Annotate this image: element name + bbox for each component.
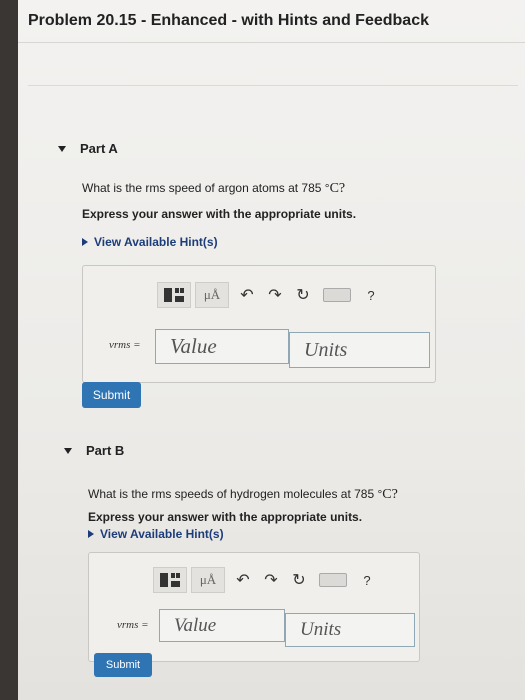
undo-icon[interactable]: ↶ — [229, 568, 257, 592]
part-a-question: What is the rms speed of argon atoms at … — [82, 181, 346, 196]
part-a-header[interactable]: Part A — [58, 141, 118, 156]
expand-triangle-icon — [88, 530, 94, 538]
collapse-triangle-icon — [64, 447, 72, 454]
problem-page: Problem 20.15 - Enhanced - with Hints an… — [18, 0, 525, 700]
part-a-value-input[interactable]: Value — [155, 329, 289, 364]
part-b-label: Part B — [86, 443, 125, 458]
redo-icon[interactable]: ↷ — [257, 568, 285, 592]
part-a-label: Part A — [80, 141, 118, 156]
part-b-units-input[interactable]: Units — [285, 613, 415, 647]
part-b-question: What is the rms speeds of hydrogen molec… — [88, 487, 398, 502]
mu-angstrom-button[interactable]: μÅ — [195, 282, 229, 308]
mu-angstrom-button[interactable]: μÅ — [191, 567, 225, 593]
part-a-hint-label: View Available Hint(s) — [94, 235, 218, 249]
help-icon[interactable]: ? — [353, 568, 381, 592]
page-title: Problem 20.15 - Enhanced - with Hints an… — [28, 12, 429, 29]
part-b-instruction: Express your answer with the appropriate… — [88, 510, 363, 524]
keyboard-icon[interactable] — [317, 283, 357, 307]
part-b-toolbar: μÅ ↶ ↷ ↻ ? — [153, 567, 381, 593]
part-b-header[interactable]: Part B — [64, 443, 124, 458]
part-a-variable-label: vrms = — [109, 339, 141, 351]
part-b-hint-label: View Available Hint(s) — [100, 527, 224, 541]
template-icon[interactable] — [153, 567, 187, 593]
expand-triangle-icon — [82, 238, 88, 246]
part-b-hint-toggle[interactable]: View Available Hint(s) — [88, 527, 224, 541]
part-a-answer-box: μÅ ↶ ↷ ↻ ? vrms = Value Units — [82, 265, 436, 383]
part-b-submit-button[interactable]: Submit — [94, 653, 152, 677]
part-a-toolbar: μÅ ↶ ↷ ↻ ? — [157, 282, 385, 308]
template-icon[interactable] — [157, 282, 191, 308]
undo-icon[interactable]: ↶ — [233, 283, 261, 307]
keyboard-icon[interactable] — [313, 568, 353, 592]
part-a-submit-button[interactable]: Submit — [82, 382, 141, 408]
part-a-units-input[interactable]: Units — [289, 332, 430, 368]
part-a-instruction: Express your answer with the appropriate… — [82, 207, 357, 221]
help-icon[interactable]: ? — [357, 283, 385, 307]
part-b-variable-label: vrms = — [117, 619, 149, 631]
part-a-hint-toggle[interactable]: View Available Hint(s) — [82, 235, 218, 249]
title-divider — [18, 42, 525, 43]
problem-intro-area — [28, 55, 518, 86]
part-b-value-input[interactable]: Value — [159, 609, 285, 642]
reset-icon[interactable]: ↻ — [289, 283, 317, 307]
part-b-answer-box: μÅ ↶ ↷ ↻ ? vrms = Value Units — [88, 552, 420, 662]
collapse-triangle-icon — [58, 145, 66, 152]
reset-icon[interactable]: ↻ — [285, 568, 313, 592]
redo-icon[interactable]: ↷ — [261, 283, 289, 307]
